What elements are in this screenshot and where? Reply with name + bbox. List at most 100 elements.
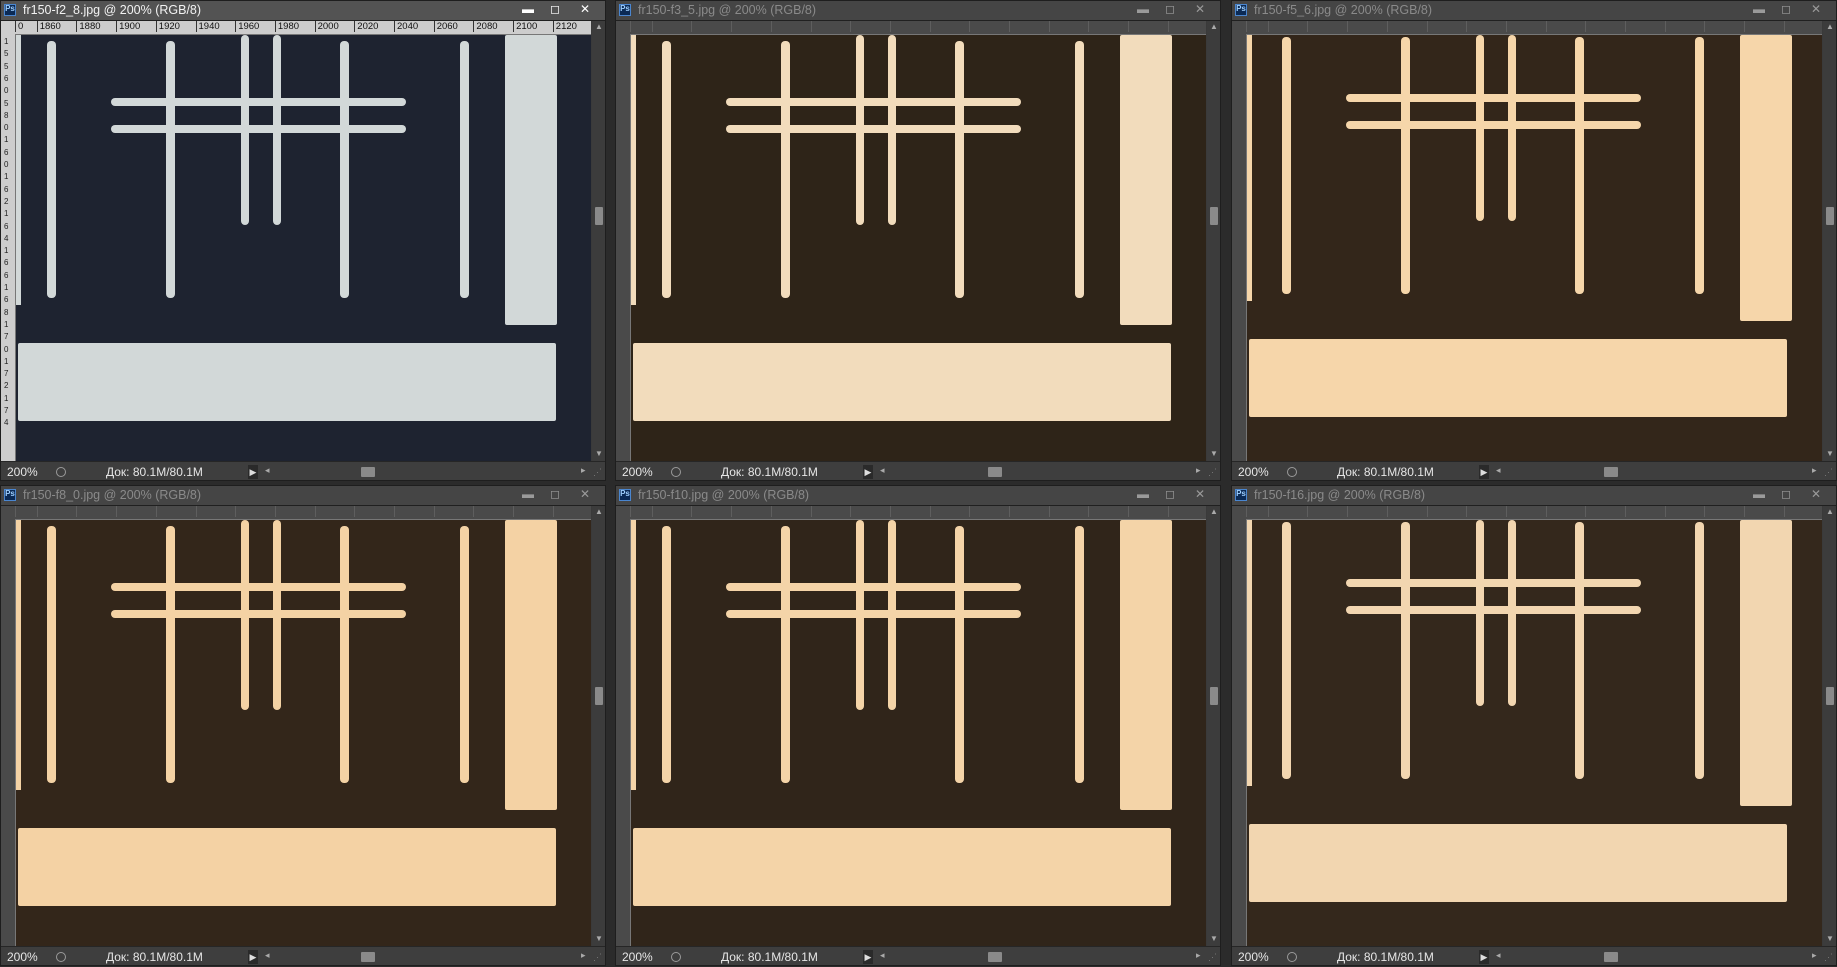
resize-grip-icon[interactable]: ⋰ (1208, 951, 1220, 963)
vertical-scrollbar[interactable]: ▲ ▼ (592, 21, 605, 461)
zoom-level[interactable]: 200% (7, 950, 38, 964)
window-titlebar[interactable]: Ps fr150-f2_8.jpg @ 200% (RGB/8) ▬ ◻ ✕ (1, 1, 605, 21)
arrow-down-icon[interactable]: ▼ (592, 449, 605, 458)
minimize-button[interactable]: ▬ (517, 486, 539, 503)
resize-grip-icon[interactable]: ⋰ (1824, 466, 1836, 478)
document-window-3[interactable]: Ps fr150-f5_6.jpg @ 200% (RGB/8) ▬ ◻ ✕ 0… (1231, 0, 1837, 481)
maximize-button[interactable]: ◻ (1775, 486, 1797, 503)
close-button[interactable]: ✕ (1805, 1, 1827, 18)
document-window-1[interactable]: Ps fr150-f2_8.jpg @ 200% (RGB/8) ▬ ◻ ✕ 0… (0, 0, 606, 481)
image-canvas[interactable] (16, 520, 591, 946)
horizontal-scrollbar[interactable] (1504, 466, 1810, 478)
maximize-button[interactable]: ◻ (1159, 486, 1181, 503)
arrow-up-icon[interactable]: ▲ (592, 507, 605, 516)
horizontal-scroll-thumb[interactable] (988, 952, 1002, 962)
horizontal-scrollbar[interactable] (273, 466, 579, 478)
arrow-right-icon[interactable]: ▸ (1196, 465, 1201, 476)
arrow-down-icon[interactable]: ▼ (592, 934, 605, 943)
resize-grip-icon[interactable]: ⋰ (1824, 951, 1836, 963)
document-window-4[interactable]: Ps fr150-f8_0.jpg @ 200% (RGB/8) ▬ ◻ ✕ 0… (0, 485, 606, 966)
arrow-down-icon[interactable]: ▼ (1823, 449, 1836, 458)
close-button[interactable]: ✕ (1189, 486, 1211, 503)
horizontal-scroll-thumb[interactable] (361, 467, 375, 477)
resize-grip-icon[interactable]: ⋰ (593, 951, 605, 963)
minimize-button[interactable]: ▬ (1132, 486, 1154, 503)
zoom-level[interactable]: 200% (1238, 465, 1269, 479)
arrow-right-icon[interactable]: ▸ (1196, 950, 1201, 961)
ruler-corner[interactable] (1, 21, 15, 34)
vertical-ruler[interactable] (616, 34, 631, 461)
ruler-corner[interactable] (616, 21, 630, 34)
image-canvas[interactable] (631, 520, 1206, 946)
arrow-left-icon[interactable]: ◂ (880, 465, 885, 476)
horizontal-scroll-thumb[interactable] (1604, 952, 1618, 962)
vertical-scroll-thumb[interactable] (1210, 207, 1218, 225)
vertical-scrollbar[interactable]: ▲ ▼ (592, 506, 605, 946)
horizontal-ruler[interactable]: 0 1860 1880 1900 1920 1940 1960 1980 2000 2020 204… (630, 21, 1206, 35)
image-canvas[interactable] (16, 35, 591, 461)
arrow-down-icon[interactable]: ▼ (1823, 934, 1836, 943)
arrow-up-icon[interactable]: ▲ (1207, 507, 1220, 516)
arrow-up-icon[interactable]: ▲ (1823, 22, 1836, 31)
document-window-2[interactable]: Ps fr150-f3_5.jpg @ 200% (RGB/8) ▬ ◻ ✕ 0… (615, 0, 1221, 481)
arrow-up-icon[interactable]: ▲ (592, 22, 605, 31)
zoom-level[interactable]: 200% (1238, 950, 1269, 964)
horizontal-ruler[interactable]: 0 1860 1880 1900 1920 1940 1960 1980 2000 2020 204… (15, 21, 591, 35)
play-arrow-icon[interactable]: ▶ (863, 465, 873, 479)
close-button[interactable]: ✕ (1189, 1, 1211, 18)
document-window-5[interactable]: Ps fr150-f10.jpg @ 200% (RGB/8) ▬ ◻ ✕ 0 1… (615, 485, 1221, 966)
play-arrow-icon[interactable]: ▶ (248, 465, 258, 479)
play-arrow-icon[interactable]: ▶ (863, 950, 873, 964)
minimize-button[interactable]: ▬ (1748, 486, 1770, 503)
horizontal-scroll-thumb[interactable] (361, 952, 375, 962)
vertical-scroll-thumb[interactable] (1826, 687, 1834, 705)
arrow-right-icon[interactable]: ▸ (1812, 465, 1817, 476)
ruler-corner[interactable] (1, 506, 15, 519)
vertical-scroll-thumb[interactable] (1826, 207, 1834, 225)
arrow-right-icon[interactable]: ▸ (581, 950, 586, 961)
navigator-icon[interactable] (56, 467, 66, 477)
horizontal-ruler[interactable]: 0 1860 1880 1900 1920 1940 1960 1980 2000 2020 204… (1246, 506, 1822, 520)
horizontal-scrollbar[interactable] (1504, 951, 1810, 963)
navigator-icon[interactable] (671, 467, 681, 477)
arrow-up-icon[interactable]: ▲ (1207, 22, 1220, 31)
arrow-right-icon[interactable]: ▸ (1812, 950, 1817, 961)
vertical-scrollbar[interactable]: ▲ ▼ (1823, 506, 1836, 946)
window-titlebar[interactable]: Ps fr150-f3_5.jpg @ 200% (RGB/8) ▬ ◻ ✕ (616, 1, 1220, 21)
zoom-level[interactable]: 200% (7, 465, 38, 479)
vertical-ruler[interactable]: 1 5 5 6 0 5 8 0 1 6 0 1 6 2 1 6 4 1 6 6 1 6 8 1 7 0 1 7 2 1 7 4 (1, 34, 16, 461)
maximize-button[interactable]: ◻ (544, 486, 566, 503)
horizontal-ruler[interactable]: 0 1860 1880 1900 1920 1940 1960 1980 2000 2020 204… (1246, 21, 1822, 35)
vertical-scrollbar[interactable]: ▲ ▼ (1207, 506, 1220, 946)
horizontal-scrollbar[interactable] (888, 466, 1194, 478)
resize-grip-icon[interactable]: ⋰ (593, 466, 605, 478)
arrow-down-icon[interactable]: ▼ (1207, 934, 1220, 943)
window-titlebar[interactable]: Ps fr150-f10.jpg @ 200% (RGB/8) ▬ ◻ ✕ (616, 486, 1220, 506)
arrow-left-icon[interactable]: ◂ (265, 950, 270, 961)
horizontal-scroll-thumb[interactable] (1604, 467, 1618, 477)
horizontal-ruler[interactable]: 0 1860 1880 1900 1920 1940 1960 1980 2000 2020 204… (630, 506, 1206, 520)
play-arrow-icon[interactable]: ▶ (1479, 465, 1489, 479)
maximize-button[interactable]: ◻ (544, 1, 566, 18)
arrow-left-icon[interactable]: ◂ (1496, 950, 1501, 961)
arrow-up-icon[interactable]: ▲ (1823, 507, 1836, 516)
ruler-corner[interactable] (1232, 21, 1246, 34)
close-button[interactable]: ✕ (574, 486, 596, 503)
ruler-corner[interactable] (1232, 506, 1246, 519)
ruler-corner[interactable] (616, 506, 630, 519)
maximize-button[interactable]: ◻ (1159, 1, 1181, 18)
play-arrow-icon[interactable]: ▶ (1479, 950, 1489, 964)
arrow-down-icon[interactable]: ▼ (1207, 449, 1220, 458)
zoom-level[interactable]: 200% (622, 465, 653, 479)
horizontal-scrollbar[interactable] (273, 951, 579, 963)
arrow-left-icon[interactable]: ◂ (265, 465, 270, 476)
vertical-scroll-thumb[interactable] (595, 687, 603, 705)
window-titlebar[interactable]: Ps fr150-f5_6.jpg @ 200% (RGB/8) ▬ ◻ ✕ (1232, 1, 1836, 21)
arrow-left-icon[interactable]: ◂ (880, 950, 885, 961)
window-titlebar[interactable]: Ps fr150-f16.jpg @ 200% (RGB/8) ▬ ◻ ✕ (1232, 486, 1836, 506)
navigator-icon[interactable] (671, 952, 681, 962)
vertical-ruler[interactable] (616, 519, 631, 946)
vertical-ruler[interactable] (1232, 519, 1247, 946)
close-button[interactable]: ✕ (1805, 486, 1827, 503)
vertical-scrollbar[interactable]: ▲ ▼ (1207, 21, 1220, 461)
